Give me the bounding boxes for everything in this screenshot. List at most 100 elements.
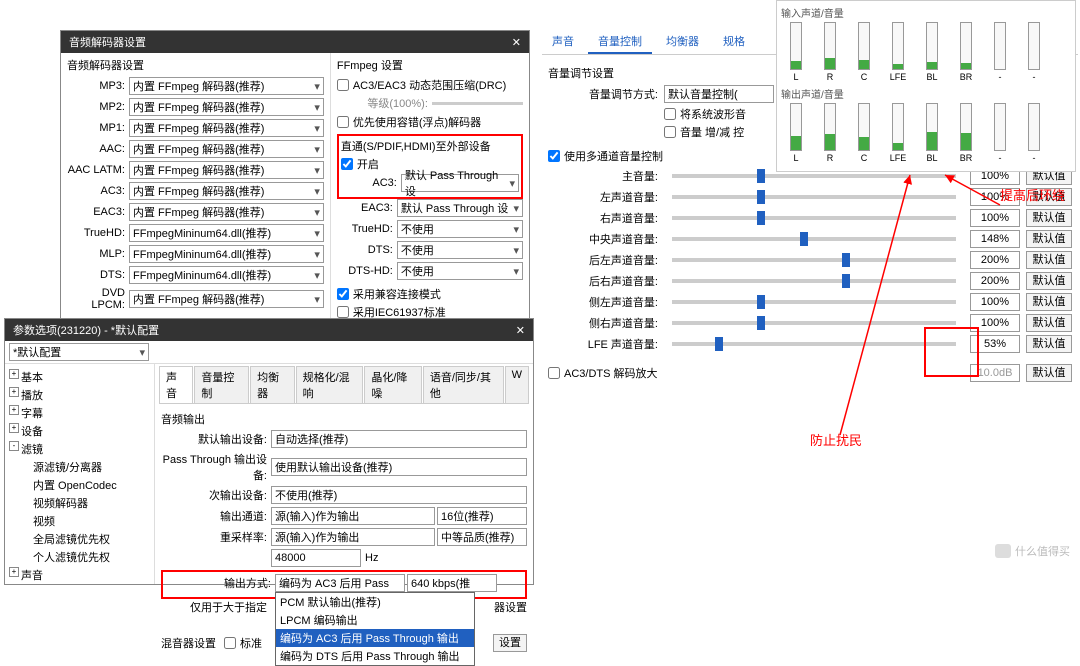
- ac3dts-default-button[interactable]: 默认值: [1026, 364, 1072, 382]
- bitrate-select[interactable]: 640 kbps(推: [407, 574, 497, 592]
- decoder-select-10[interactable]: 内置 FFmpeg 解码器(推荐): [129, 290, 324, 308]
- out-select2-4[interactable]: 中等品质(推荐): [437, 528, 527, 546]
- tree-item[interactable]: 视频解码器: [9, 494, 150, 512]
- meter-LFE: LFE: [883, 22, 913, 82]
- tab-W[interactable]: W: [505, 366, 529, 403]
- tab-语音/同步/其他[interactable]: 语音/同步/其他: [423, 366, 504, 403]
- decoder-select-6[interactable]: 内置 FFmpeg 解码器(推荐): [129, 203, 324, 221]
- pct-3[interactable]: 148%: [970, 230, 1020, 248]
- tree-item[interactable]: +设备: [9, 422, 150, 440]
- tree-item[interactable]: -滤镜: [9, 440, 150, 458]
- default-button-7[interactable]: 默认值: [1026, 314, 1072, 332]
- drc-checkbox[interactable]: [337, 79, 349, 91]
- default-button-8[interactable]: 默认值: [1026, 335, 1072, 353]
- pt-select-2[interactable]: 不使用: [397, 220, 523, 238]
- ac3-pt-select[interactable]: 默认 Pass Through 设: [401, 174, 519, 192]
- vol-method-select[interactable]: 默认音量控制(: [664, 85, 774, 103]
- watermark: 什么值得买: [995, 543, 1070, 559]
- iec-checkbox[interactable]: [337, 306, 349, 318]
- default-button-6[interactable]: 默认值: [1026, 293, 1072, 311]
- tree-item[interactable]: 全局滤镜优先权: [9, 530, 150, 548]
- dd-item[interactable]: LPCM 编码输出: [276, 611, 474, 629]
- decoder-select-1[interactable]: 内置 FFmpeg 解码器(推荐): [129, 98, 324, 116]
- default-button-5[interactable]: 默认值: [1026, 272, 1072, 290]
- close-icon[interactable]: ✕: [512, 36, 521, 49]
- pt-select-4[interactable]: 不使用: [397, 262, 523, 280]
- out-select-1[interactable]: 使用默认输出设备(推荐): [271, 458, 527, 476]
- multi-channel-checkbox[interactable]: [548, 150, 560, 162]
- decoder-section-title: 音频解码器设置: [67, 57, 324, 73]
- dd-item[interactable]: PCM 默认输出(推荐): [276, 593, 474, 611]
- vol-updown-checkbox[interactable]: [664, 126, 676, 138]
- pct-5[interactable]: 200%: [970, 272, 1020, 290]
- meter--: -: [985, 103, 1015, 163]
- tree-item[interactable]: +基本: [9, 368, 150, 386]
- ac3dts-checkbox[interactable]: [548, 367, 560, 379]
- sys-wave-checkbox[interactable]: [664, 108, 676, 120]
- config-select[interactable]: *默认配置: [9, 343, 149, 361]
- out-select-2[interactable]: 不使用(推荐): [271, 486, 527, 504]
- meter-BL: BL: [917, 103, 947, 163]
- fault-checkbox[interactable]: [337, 116, 349, 128]
- out-select-0[interactable]: 自动选择(推荐): [271, 430, 527, 448]
- output-method-select[interactable]: 编码为 AC3 后用 Pass: [275, 574, 405, 592]
- tree-item[interactable]: 源滤镜/分离器: [9, 458, 150, 476]
- decoder-select-8[interactable]: FFmpegMininum64.dll(推荐): [129, 245, 324, 263]
- slider-6[interactable]: [672, 300, 956, 304]
- tab-声音[interactable]: 声音: [542, 30, 584, 54]
- decoder-select-3[interactable]: 内置 FFmpeg 解码器(推荐): [129, 140, 324, 158]
- titlebar: 音频解码器设置 ✕: [61, 31, 529, 53]
- tree-item[interactable]: +播放: [9, 386, 150, 404]
- default-button-3[interactable]: 默认值: [1026, 230, 1072, 248]
- tab-晶化/降噪[interactable]: 晶化/降噪: [364, 366, 422, 403]
- enable-passthrough-checkbox[interactable]: [341, 158, 353, 170]
- dd-item[interactable]: 编码为 DTS 后用 Pass Through 输出: [276, 647, 474, 665]
- compat-checkbox[interactable]: [337, 288, 349, 300]
- pt-select-3[interactable]: 不使用: [397, 241, 523, 259]
- tab-声音[interactable]: 声音: [159, 366, 193, 403]
- tree-item[interactable]: +声音: [9, 566, 150, 584]
- hz-input[interactable]: 48000: [271, 549, 361, 567]
- default-button-2[interactable]: 默认值: [1026, 209, 1072, 227]
- tab-音量控制[interactable]: 音量控制: [588, 30, 652, 54]
- output-method-highlight: 输出方式: 编码为 AC3 后用 Pass 640 kbps(推 PCM 默认输…: [161, 570, 527, 599]
- tree-item[interactable]: 视频: [9, 512, 150, 530]
- pct-2[interactable]: 100%: [970, 209, 1020, 227]
- tab-规格化/混响[interactable]: 规格化/混响: [296, 366, 364, 403]
- out-select-3[interactable]: 源(输入)作为输出: [271, 507, 435, 525]
- slider-0[interactable]: [672, 174, 956, 178]
- tab-均衡器[interactable]: 均衡器: [250, 366, 295, 403]
- tab-均衡器[interactable]: 均衡器: [656, 30, 709, 54]
- meter--: -: [1019, 103, 1049, 163]
- dd-item[interactable]: 编码为 AC3 后用 Pass Through 输出: [276, 629, 474, 647]
- titlebar: 参数选项(231220) - *默认配置 ✕: [5, 319, 533, 341]
- decoder-select-7[interactable]: FFmpegMininum64.dll(推荐): [129, 224, 324, 242]
- default-button-4[interactable]: 默认值: [1026, 251, 1072, 269]
- pct-6[interactable]: 100%: [970, 293, 1020, 311]
- set-button[interactable]: 设置: [493, 634, 527, 652]
- out-select-4[interactable]: 源(输入)作为输出: [271, 528, 435, 546]
- tree-item[interactable]: +字幕: [9, 404, 150, 422]
- decoder-select-4[interactable]: 内置 FFmpeg 解码器(推荐): [129, 161, 324, 179]
- decoder-select-5[interactable]: 内置 FFmpeg 解码器(推荐): [129, 182, 324, 200]
- out-select2-3[interactable]: 16位(推荐): [437, 507, 527, 525]
- slider-2[interactable]: [672, 216, 956, 220]
- meter-C: C: [849, 22, 879, 82]
- tree-item[interactable]: 个人滤镜优先权: [9, 548, 150, 566]
- slider-8[interactable]: [672, 342, 956, 346]
- decoder-select-2[interactable]: 内置 FFmpeg 解码器(推荐): [129, 119, 324, 137]
- slider-5[interactable]: [672, 279, 956, 283]
- slider-7[interactable]: [672, 321, 956, 325]
- decoder-select-9[interactable]: FFmpegMininum64.dll(推荐): [129, 266, 324, 284]
- close-icon[interactable]: ✕: [516, 324, 525, 337]
- std-checkbox[interactable]: [224, 637, 236, 649]
- tree-item[interactable]: 内置 OpenCodec: [9, 476, 150, 494]
- slider-3[interactable]: [672, 237, 956, 241]
- pt-select-1[interactable]: 默认 Pass Through 设: [397, 199, 523, 217]
- decoder-select-0[interactable]: 内置 FFmpeg 解码器(推荐): [129, 77, 324, 95]
- tab-音量控制[interactable]: 音量控制: [194, 366, 249, 403]
- pct-4[interactable]: 200%: [970, 251, 1020, 269]
- slider-4[interactable]: [672, 258, 956, 262]
- slider-1[interactable]: [672, 195, 956, 199]
- tab-规格[interactable]: 规格: [713, 30, 755, 54]
